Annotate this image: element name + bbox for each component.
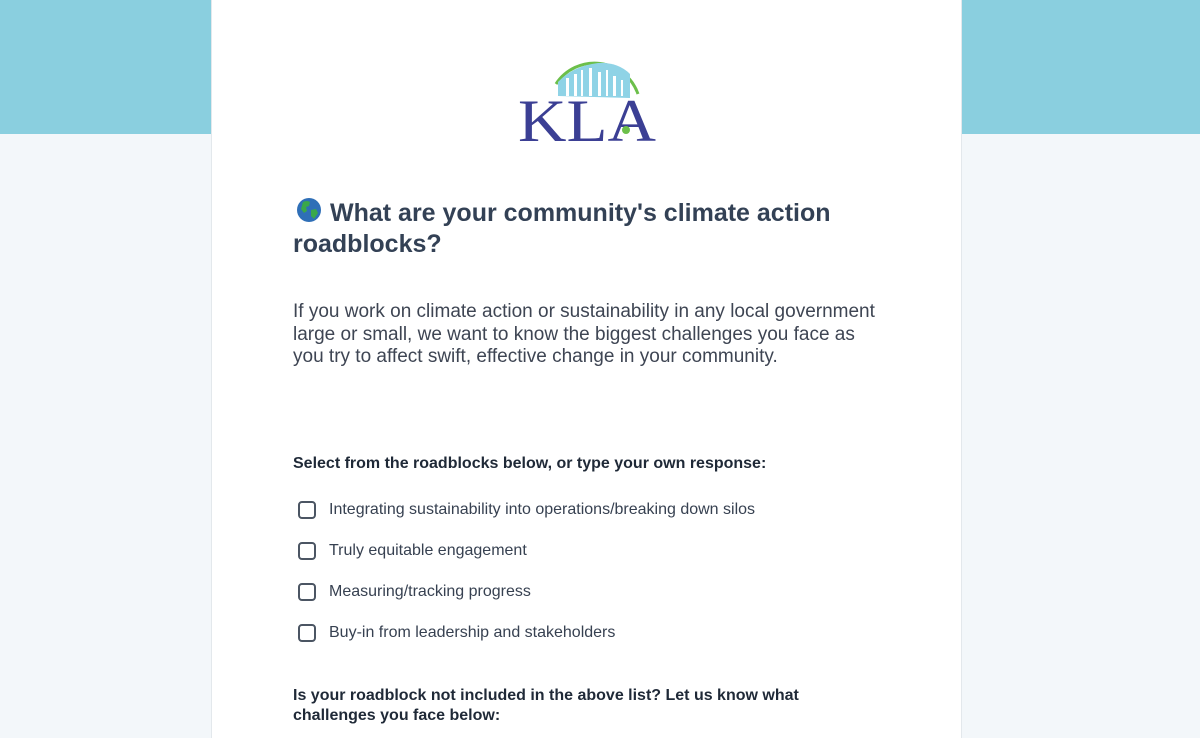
checkbox[interactable] — [298, 501, 316, 519]
logo-wordmark: KLA — [518, 88, 656, 146]
kla-logo: KLA — [518, 54, 658, 146]
roadblock-options: Integrating sustainability into operatio… — [298, 499, 898, 663]
survey-card: KLA What are your community's climate ac… — [211, 0, 962, 738]
option-integrating-sustainability[interactable]: Integrating sustainability into operatio… — [298, 499, 898, 521]
globe-americas-icon — [297, 198, 321, 222]
option-label: Buy-in from leadership and stakeholders — [329, 624, 616, 641]
option-label: Measuring/tracking progress — [329, 583, 531, 600]
page-title-text: What are your community's climate action… — [293, 199, 831, 258]
option-label: Integrating sustainability into operatio… — [329, 501, 756, 518]
checkbox[interactable] — [298, 542, 316, 560]
option-leadership-buy-in[interactable]: Buy-in from leadership and stakeholders — [298, 622, 898, 644]
other-roadblock-prompt: Is your roadblock not included in the ab… — [293, 687, 799, 724]
page-title: What are your community's climate action… — [293, 197, 893, 260]
checkbox[interactable] — [298, 624, 316, 642]
checkbox[interactable] — [298, 583, 316, 601]
roadblock-select-prompt: Select from the roadblocks below, or typ… — [293, 455, 767, 472]
option-label: Truly equitable engagement — [329, 542, 527, 559]
option-equitable-engagement[interactable]: Truly equitable engagement — [298, 540, 898, 562]
option-measuring-progress[interactable]: Measuring/tracking progress — [298, 581, 898, 603]
intro-paragraph: If you work on climate action or sustain… — [293, 301, 875, 367]
